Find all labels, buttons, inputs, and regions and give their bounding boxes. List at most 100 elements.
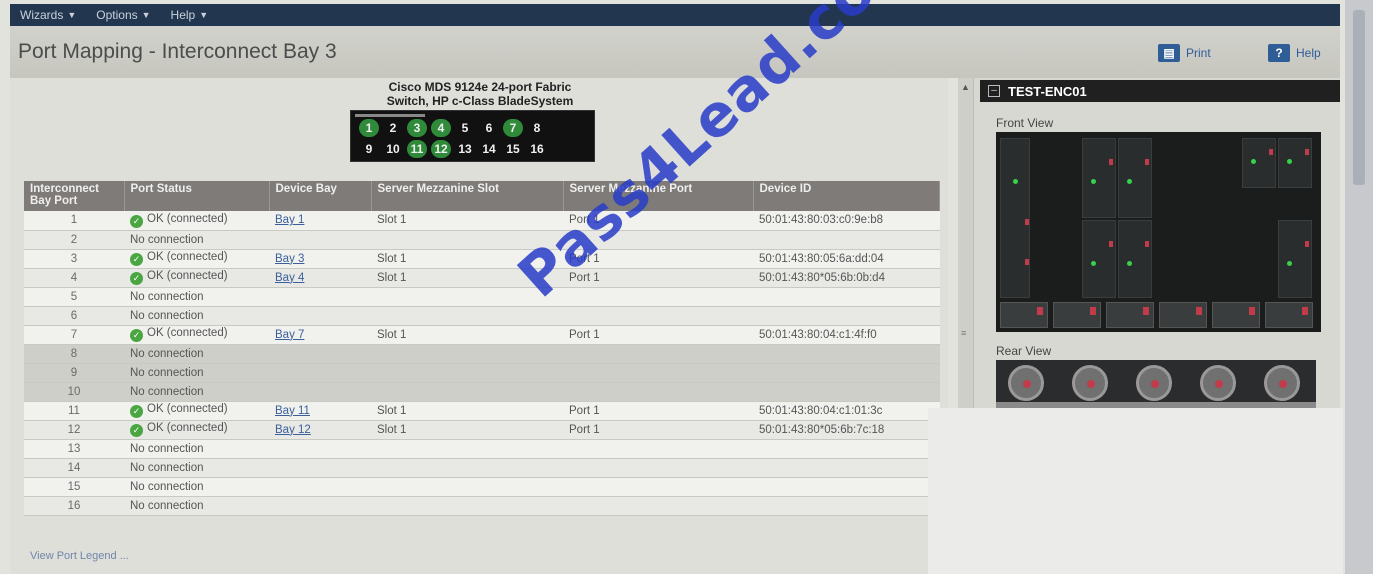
blade-slot[interactable] <box>1278 220 1312 298</box>
device-bay-link[interactable]: Bay 1 <box>275 214 304 226</box>
table-row[interactable]: 11 ✓ OK (connected) Bay 11 Slot 1 Port 1 50:01… <box>24 401 940 421</box>
table-row[interactable]: 16 No connection <box>24 496 940 516</box>
power-supply[interactable] <box>1265 302 1313 328</box>
col-header-device-id[interactable]: Device ID <box>753 181 940 211</box>
collapse-icon[interactable]: – <box>988 85 1000 97</box>
power-supply[interactable] <box>1212 302 1260 328</box>
scroll-grip-icon[interactable]: ≡ <box>961 328 966 338</box>
switch-name-line2: Switch, HP c-Class BladeSystem <box>386 94 574 108</box>
table-row[interactable]: 4 ✓ OK (connected) Bay 4 Slot 1 Port 1 50:01:4… <box>24 268 940 288</box>
col-header-interconnect-port[interactable]: Interconnect Bay Port <box>24 181 125 211</box>
cell-port-status: ✓ OK (connected) <box>124 325 269 345</box>
port-status-text: OK (connected) <box>147 403 228 415</box>
device-bay-link[interactable]: Bay 4 <box>275 272 304 284</box>
blade-slot[interactable] <box>1000 138 1030 298</box>
switch-port[interactable]: 15 <box>503 140 523 158</box>
print-button[interactable]: ▤ Print <box>1158 44 1211 62</box>
port-status-text: OK (connected) <box>147 327 228 339</box>
table-row[interactable]: 13 No connection <box>24 439 940 459</box>
col-header-device-bay[interactable]: Device Bay <box>269 181 372 211</box>
table-row[interactable]: 9 No connection <box>24 363 940 383</box>
switch-port[interactable]: 12 <box>431 140 451 158</box>
switch-port[interactable]: 5 <box>455 119 475 137</box>
switch-port[interactable]: 14 <box>479 140 499 158</box>
fan-icon[interactable] <box>1264 365 1300 401</box>
scroll-up-icon[interactable]: ▲ <box>961 82 970 92</box>
cell-device-id: 50:01:43:80*05:6b:7c:18 <box>753 420 940 440</box>
switch-port[interactable]: 3 <box>407 119 427 137</box>
cell-port-status: ✓ OK (connected) <box>124 268 269 288</box>
fan-icon[interactable] <box>1200 365 1236 401</box>
help-icon: ? <box>1268 44 1290 62</box>
switch-port[interactable]: 10 <box>383 140 403 158</box>
cell-mezz-port <box>563 458 753 478</box>
blade-slot[interactable] <box>1082 138 1116 218</box>
cell-port-number: 4 <box>24 268 124 288</box>
blade-slot[interactable] <box>1118 138 1152 218</box>
table-row[interactable]: 2 No connection <box>24 230 940 250</box>
blade-slot[interactable] <box>1082 220 1116 298</box>
device-bay-link[interactable]: Bay 7 <box>275 329 304 341</box>
table-row[interactable]: 1 ✓ OK (connected) Bay 1 Slot 1 Port 1 50:01:4… <box>24 211 940 231</box>
table-row[interactable]: 10 No connection <box>24 382 940 402</box>
cell-port-status: No connection <box>124 477 269 497</box>
table-row[interactable]: 6 No connection <box>24 306 940 326</box>
cell-port-number: 14 <box>24 458 124 478</box>
switch-port[interactable]: 4 <box>431 119 451 137</box>
port-status-text: No connection <box>130 385 204 398</box>
window-scrollbar-thumb[interactable] <box>1353 10 1365 185</box>
table-row[interactable]: 7 ✓ OK (connected) Bay 7 Slot 1 Port 1 50:01:4… <box>24 325 940 345</box>
col-header-mezz-slot[interactable]: Server Mezzanine Slot <box>371 181 564 211</box>
blade-slot[interactable] <box>1118 220 1152 298</box>
table-row[interactable]: 15 No connection <box>24 477 940 497</box>
enclosure-scrollbar[interactable]: ▲ ≡ <box>958 78 974 408</box>
cell-mezz-port: Port 1 <box>563 401 753 421</box>
switch-port[interactable]: 8 <box>527 119 547 137</box>
blade-slot[interactable] <box>1242 138 1276 188</box>
menu-options[interactable]: Options ▼ <box>96 8 150 22</box>
table-row[interactable]: 5 No connection <box>24 287 940 307</box>
table-row[interactable]: 8 No connection <box>24 344 940 364</box>
power-supply[interactable] <box>1159 302 1207 328</box>
cell-port-status: No connection <box>124 458 269 478</box>
cell-mezz-port <box>563 477 753 497</box>
switch-port[interactable]: 6 <box>479 119 499 137</box>
device-bay-link[interactable]: Bay 12 <box>275 424 311 436</box>
port-status-text: OK (connected) <box>147 422 228 434</box>
power-supply[interactable] <box>1000 302 1048 328</box>
enclosure-header[interactable]: – TEST-ENC01 <box>980 80 1340 102</box>
table-row[interactable]: 14 No connection <box>24 458 940 478</box>
power-supply[interactable] <box>1053 302 1101 328</box>
device-bay-link[interactable]: Bay 11 <box>275 405 310 417</box>
help-button[interactable]: ? Help <box>1268 44 1321 62</box>
cell-device-id <box>753 230 940 250</box>
switch-port[interactable]: 9 <box>359 140 379 158</box>
front-view-image <box>996 132 1321 332</box>
window-scrollbar[interactable] <box>1345 0 1373 574</box>
switch-port[interactable]: 16 <box>527 140 547 158</box>
col-header-port-status[interactable]: Port Status <box>124 181 270 211</box>
power-supply[interactable] <box>1106 302 1154 328</box>
switch-port[interactable]: 13 <box>455 140 475 158</box>
table-row[interactable]: 12 ✓ OK (connected) Bay 12 Slot 1 Port 1 50:01… <box>24 420 940 440</box>
cell-device-bay <box>269 496 371 516</box>
switch-port[interactable]: 2 <box>383 119 403 137</box>
device-bay-link[interactable]: Bay 3 <box>275 253 304 265</box>
switch-port[interactable]: 7 <box>503 119 523 137</box>
cell-port-status: No connection <box>124 363 269 383</box>
view-port-legend-link[interactable]: View Port Legend ... <box>30 550 129 562</box>
menu-wizards[interactable]: Wizards ▼ <box>20 8 76 22</box>
cell-mezz-slot: Slot 1 <box>371 211 563 231</box>
switch-port[interactable]: 1 <box>359 119 379 137</box>
ok-status-icon: ✓ <box>130 214 143 228</box>
ok-status-icon: ✓ <box>130 424 143 437</box>
ok-status-icon: ✓ <box>130 272 143 285</box>
table-row[interactable]: 3 ✓ OK (connected) Bay 3 Slot 1 Port 1 50:01:4… <box>24 249 940 269</box>
cell-port-number: 10 <box>24 382 124 402</box>
blade-slot[interactable] <box>1278 138 1312 188</box>
switch-port[interactable]: 11 <box>407 140 427 158</box>
fan-icon[interactable] <box>1136 365 1172 401</box>
fan-icon[interactable] <box>1008 365 1044 401</box>
menu-help[interactable]: Help ▼ <box>171 8 209 22</box>
fan-icon[interactable] <box>1072 365 1108 401</box>
